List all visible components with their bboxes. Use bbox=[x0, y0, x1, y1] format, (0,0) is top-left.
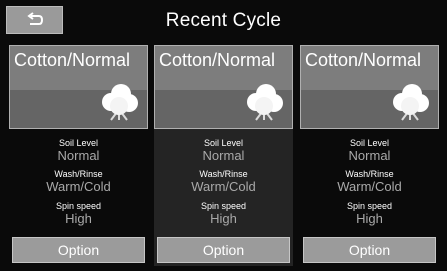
wash-rinse-label: Wash/Rinse bbox=[199, 169, 248, 179]
spin-speed-label: Spin speed bbox=[346, 201, 393, 211]
spin-speed-value: High bbox=[210, 211, 237, 226]
cycle-image[interactable]: Cotton/Normal bbox=[154, 45, 293, 129]
cotton-icon bbox=[102, 84, 138, 121]
recent-cycle-card-3[interactable]: Cotton/Normal Soil Level Normal Wash/Rin… bbox=[300, 45, 439, 266]
wash-rinse-label: Wash/Rinse bbox=[54, 169, 103, 179]
cotton-icon bbox=[393, 84, 429, 121]
wash-rinse-value: Warm/Cold bbox=[191, 179, 256, 194]
spin-speed-label: Spin speed bbox=[200, 201, 247, 211]
cycle-name: Cotton/Normal bbox=[305, 50, 422, 70]
recent-cycle-screen: Recent Cycle Cotton/Normal Soil Level No… bbox=[0, 0, 447, 271]
soil-level-value: Normal bbox=[57, 148, 100, 163]
wash-rinse-label: Wash/Rinse bbox=[345, 169, 394, 179]
soil-level-label: Soil Level bbox=[203, 138, 244, 148]
cycle-name: Cotton/Normal bbox=[14, 50, 131, 70]
cycle-image[interactable]: Cotton/Normal bbox=[9, 45, 148, 129]
page-title: Recent Cycle bbox=[165, 10, 282, 31]
recent-cycle-card-1[interactable]: Cotton/Normal Soil Level Normal Wash/Rin… bbox=[9, 45, 148, 266]
soil-level-label: Soil Level bbox=[349, 138, 390, 148]
cotton-icon bbox=[247, 84, 283, 121]
wash-rinse-value: Warm/Cold bbox=[46, 179, 111, 194]
cycle-image[interactable]: Cotton/Normal bbox=[300, 45, 439, 129]
soil-level-label: Soil Level bbox=[58, 138, 99, 148]
soil-level-value: Normal bbox=[348, 148, 391, 163]
recent-cycle-card-2[interactable]: Cotton/Normal Soil Level Normal Wash/Rin… bbox=[154, 45, 293, 266]
cycle-name: Cotton/Normal bbox=[159, 50, 276, 70]
spin-speed-label: Spin speed bbox=[55, 201, 102, 211]
spin-speed-value: High bbox=[356, 211, 383, 226]
option-button[interactable]: Option bbox=[157, 237, 290, 263]
soil-level-value: Normal bbox=[202, 148, 245, 163]
option-button[interactable]: Option bbox=[12, 237, 145, 263]
wash-rinse-value: Warm/Cold bbox=[337, 179, 402, 194]
option-button[interactable]: Option bbox=[303, 237, 436, 263]
spin-speed-value: High bbox=[65, 211, 92, 226]
